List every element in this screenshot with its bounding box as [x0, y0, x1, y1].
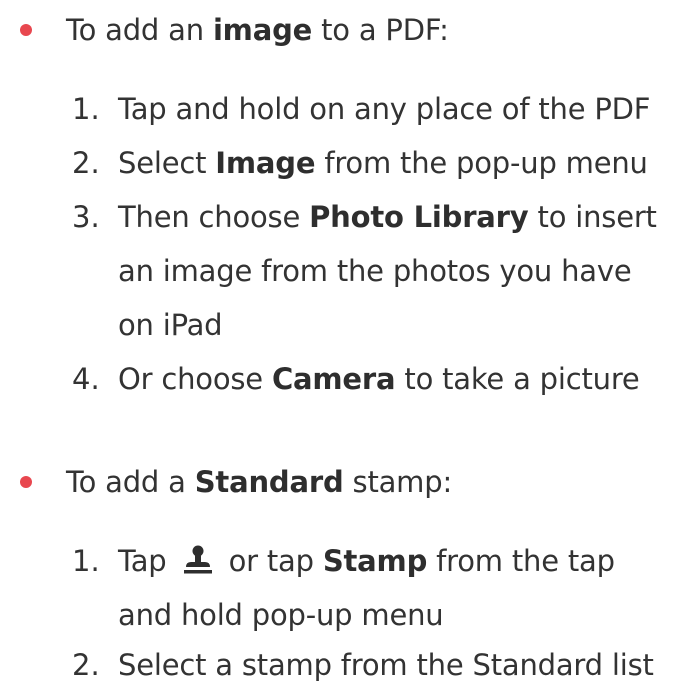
step-text-bold: Photo Library: [309, 200, 529, 234]
step-text-continuation: and hold pop-up menu: [118, 598, 444, 632]
intro-text-post: stamp:: [343, 465, 453, 499]
step-text: Or choose Camera to take a picture: [118, 359, 640, 399]
step-text-pre: Or choose: [118, 362, 272, 396]
step-text: Then choose Photo Library to insert: [118, 197, 657, 237]
step-text-pre: Then choose: [118, 200, 310, 234]
step-text-post: from the pop-up menu: [315, 146, 648, 180]
step-text-post: from the tap: [427, 544, 615, 578]
bullet-dot: [20, 476, 32, 488]
step-number: 1.: [72, 92, 100, 126]
step-text-pre: Tap: [118, 544, 167, 578]
step-text-bold: Image: [215, 146, 316, 180]
step-number: 3.: [72, 200, 100, 234]
step-text-continuation: on iPad: [118, 308, 223, 342]
step-number: 2.: [72, 648, 100, 682]
intro-text: To add a: [66, 465, 195, 499]
section2-intro: To add a Standard stamp:: [66, 462, 452, 502]
intro-text: To add an: [66, 13, 213, 47]
step-text-plain: Select a stamp from the Standard list: [118, 648, 654, 682]
step-text-post: to take a picture: [395, 362, 640, 396]
step-text-continuation: an image from the photos you have: [118, 254, 632, 288]
step-text-bold: Stamp: [322, 544, 428, 578]
step-text-post: to insert: [528, 200, 657, 234]
step-number: 1.: [72, 544, 100, 578]
section1-intro: To add an image to a PDF:: [66, 10, 449, 50]
stamp-icon: [180, 545, 216, 585]
step-text-pre: Select: [118, 146, 216, 180]
step-text-mid: or tap: [228, 544, 323, 578]
intro-text-post: to a PDF:: [312, 13, 449, 47]
step-text-plain: Tap and hold on any place of the PDF: [118, 92, 651, 126]
step-number: 2.: [72, 146, 100, 180]
intro-bold: Standard: [194, 465, 344, 499]
intro-bold: image: [212, 13, 313, 47]
step-text-bold: Camera: [271, 362, 396, 396]
step-text: Tap or tap Stamp from the tap: [118, 541, 615, 585]
step-number: 4.: [72, 362, 100, 396]
step-text: Select Image from the pop-up menu: [118, 143, 648, 183]
help-page: { "section1": { "intro_pre": "To add an …: [0, 0, 677, 682]
step-text: Select a stamp from the Standard list: [118, 645, 654, 685]
step-text: Tap and hold on any place of the PDF: [118, 89, 650, 129]
bullet-dot: [20, 24, 32, 36]
